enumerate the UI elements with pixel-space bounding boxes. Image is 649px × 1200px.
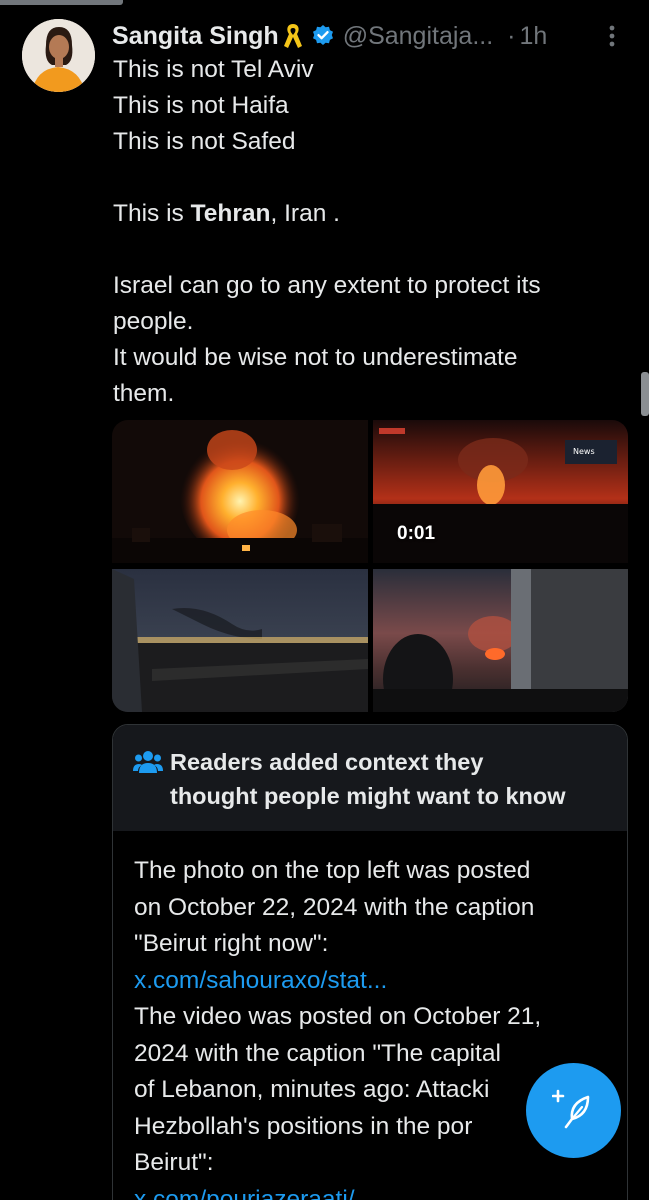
svg-text:News: News: [573, 447, 595, 456]
avatar[interactable]: [22, 19, 95, 92]
note-line: on October 22, 2024 with the caption: [134, 893, 535, 921]
avatar-image: [22, 19, 95, 92]
community-note-title: Readers added context they thought peopl…: [170, 745, 610, 813]
separator-dot: ·: [507, 21, 516, 50]
media-photo-explosion[interactable]: [112, 420, 368, 563]
note-line: "Beirut right now":: [134, 930, 329, 957]
note-link[interactable]: x.com/pouriazeraati/: [134, 1182, 624, 1200]
scrollbar-thumb[interactable]: [641, 372, 649, 416]
tweet-line: Israel can go to any extent to protect i…: [113, 272, 541, 299]
timeline-screen: Sangita Singh @Sangitaja... · 1h This is…: [0, 0, 649, 1200]
compose-feather-plus-icon: [552, 1089, 590, 1129]
community-note-header: Readers added context they thought peopl…: [113, 725, 627, 831]
tweet-line: It would be wise not to underestimate: [113, 344, 518, 371]
media-grid: News 0:01: [112, 420, 628, 712]
compose-button[interactable]: [526, 1063, 621, 1158]
media-photo-night-skyline[interactable]: [112, 569, 368, 712]
tweet-text-fragment: , Iran .: [270, 200, 340, 227]
note-line: 2024 with the caption "The capital: [134, 1039, 501, 1067]
people-icon: [133, 749, 163, 775]
user-handle[interactable]: @Sangitaja...: [343, 22, 493, 51]
more-vertical-icon[interactable]: [600, 22, 624, 50]
note-link[interactable]: x.com/sahouraxo/stat...: [134, 963, 624, 1000]
tweet-line: This is not Safed: [113, 128, 296, 155]
note-title-line: thought people might want to know: [170, 783, 566, 809]
tweet-line: This is not Haifa: [113, 92, 289, 119]
tweet-text-fragment: This is: [113, 200, 184, 227]
tweet-text: This is not Tel Aviv This is not Haifa T…: [113, 52, 623, 412]
yellow-ribbon-icon: [281, 22, 305, 50]
tweet-line: them.: [113, 380, 175, 407]
media-photo-window-view[interactable]: [373, 569, 628, 712]
tweet-line-tehran: This is Tehran, Iran .: [113, 196, 623, 232]
media-video-night-fire[interactable]: News 0:01: [373, 420, 628, 563]
tweet-header: Sangita Singh @Sangitaja... · 1h: [112, 18, 547, 54]
display-name[interactable]: Sangita Singh: [112, 22, 279, 51]
video-duration: 0:01: [397, 523, 436, 544]
tweet-bold-city: Tehran: [190, 200, 271, 227]
verified-badge-icon[interactable]: [311, 24, 335, 48]
tweet-line: This is not Tel Aviv: [113, 56, 314, 83]
note-line: The video was posted on October 21,: [134, 1003, 542, 1030]
top-tab-indicator: [0, 0, 123, 5]
note-line: The photo on the top left was posted: [134, 857, 531, 884]
tweet-line: people.: [113, 308, 194, 335]
tweet-time[interactable]: 1h: [519, 22, 547, 51]
note-title-line: Readers added context they: [170, 749, 484, 775]
